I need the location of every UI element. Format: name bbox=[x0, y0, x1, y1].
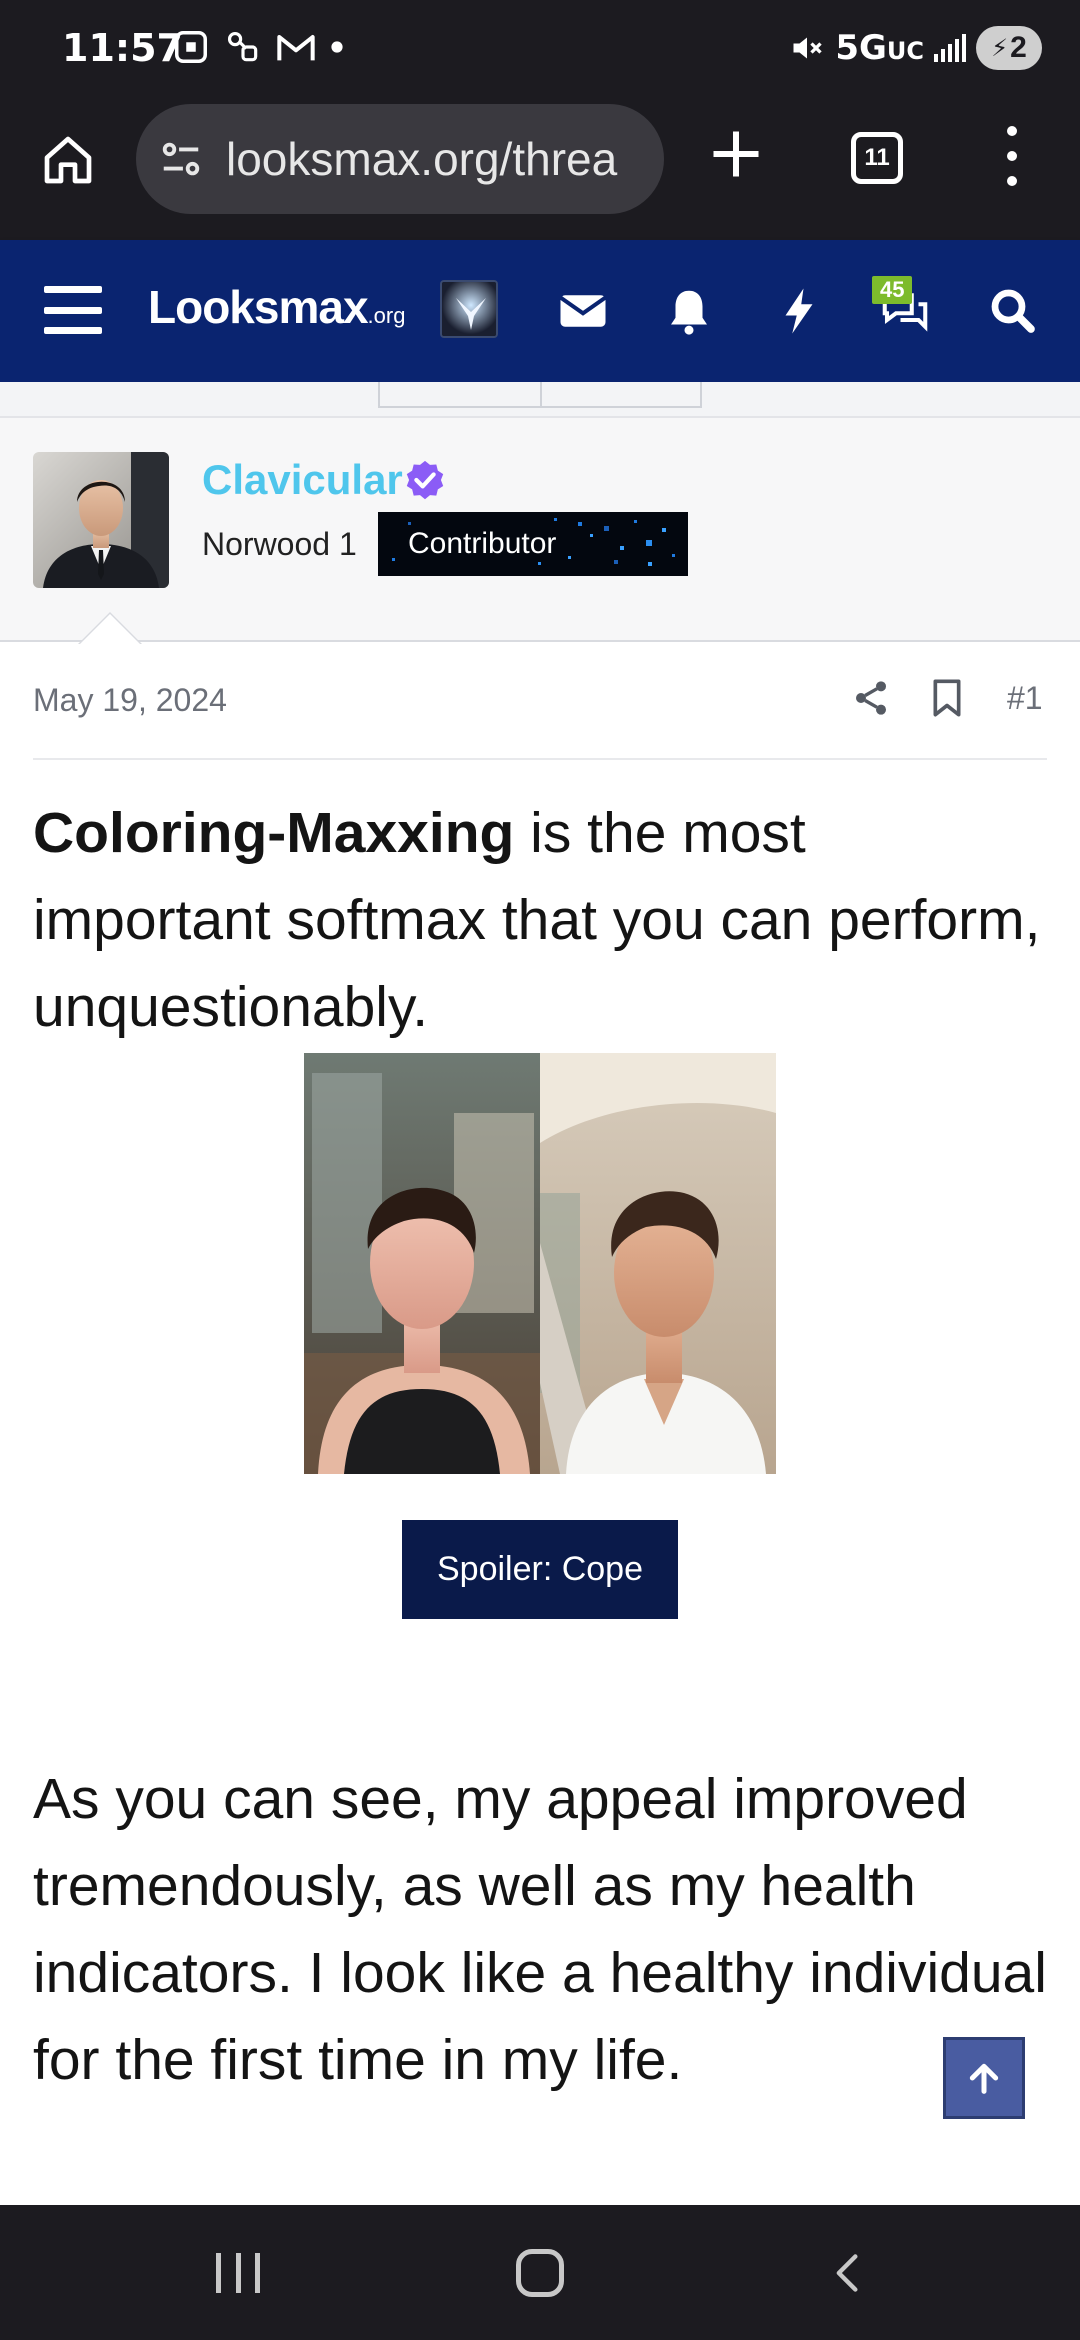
status-bar: 11:57 5GUC ⚡ 2 bbox=[0, 0, 1080, 100]
status-time: 11:57 bbox=[62, 26, 183, 70]
post-intro-text: Coloring-Maxxing is the most important s… bbox=[33, 790, 1047, 1051]
arrow-up-icon bbox=[969, 2063, 999, 2094]
site-navigation: Looksmax.org 45 bbox=[0, 240, 1080, 382]
new-tab-icon[interactable] bbox=[706, 124, 766, 184]
post-date[interactable]: May 19, 2024 bbox=[33, 682, 227, 719]
share-icon[interactable] bbox=[851, 678, 891, 718]
search-icon[interactable] bbox=[986, 284, 1040, 338]
post-paragraph-2: As you can see, my appeal improved treme… bbox=[33, 1767, 1047, 2092]
spoiler-button[interactable]: Spoiler: Cope bbox=[402, 1520, 678, 1619]
overflow-menu-icon[interactable] bbox=[1000, 126, 1024, 186]
home-button-icon[interactable] bbox=[516, 2249, 564, 2297]
post-meta-row: May 19, 2024 #1 bbox=[33, 642, 1047, 760]
post-intro-bold: Coloring-Maxxing bbox=[33, 801, 515, 865]
scroll-to-top-button[interactable] bbox=[943, 2037, 1025, 2119]
post-author-header: Clavicular Norwood 1 Contributor bbox=[0, 416, 1080, 644]
username-link[interactable]: Clavicular bbox=[202, 456, 403, 504]
dot-icon bbox=[331, 41, 343, 53]
contributor-badge: Contributor bbox=[378, 512, 688, 576]
address-bar[interactable]: looksmax.org/threa bbox=[136, 104, 664, 214]
network-type: 5GUC bbox=[835, 28, 924, 68]
mail-icon[interactable] bbox=[556, 284, 610, 338]
post-number-link[interactable]: #1 bbox=[1007, 680, 1043, 717]
screenshot-icon bbox=[175, 31, 207, 63]
post-comparison-image[interactable] bbox=[304, 1053, 776, 1474]
url-text[interactable]: looksmax.org/threa bbox=[226, 132, 646, 186]
recent-apps-icon[interactable] bbox=[216, 2253, 260, 2293]
browser-toolbar: looksmax.org/threa 11 bbox=[0, 100, 1080, 240]
hamburger-menu-icon[interactable] bbox=[44, 286, 102, 334]
bookmark-icon[interactable] bbox=[929, 678, 965, 718]
home-icon[interactable] bbox=[40, 132, 96, 188]
user-title: Norwood 1 bbox=[202, 526, 357, 562]
back-icon[interactable] bbox=[826, 2249, 870, 2297]
bell-icon[interactable] bbox=[662, 284, 716, 338]
battery-indicator: ⚡ 2 bbox=[976, 26, 1042, 70]
signal-icon bbox=[934, 34, 966, 62]
page-tab-strip bbox=[0, 382, 1080, 416]
logo-emblem-icon bbox=[440, 280, 498, 338]
avatar[interactable] bbox=[33, 452, 169, 588]
site-logo[interactable]: Looksmax.org bbox=[148, 280, 405, 334]
tab-switcher-button[interactable]: 11 bbox=[851, 132, 903, 184]
lightning-icon[interactable] bbox=[772, 284, 826, 338]
mute-icon bbox=[793, 37, 822, 59]
system-navigation-bar bbox=[0, 2205, 1080, 2340]
link-icon bbox=[227, 31, 258, 62]
messages-count-badge: 45 bbox=[872, 276, 913, 304]
gmail-icon bbox=[277, 35, 315, 61]
notification-icons bbox=[172, 28, 344, 66]
verified-badge-icon bbox=[406, 460, 444, 500]
site-settings-icon[interactable] bbox=[158, 136, 204, 182]
